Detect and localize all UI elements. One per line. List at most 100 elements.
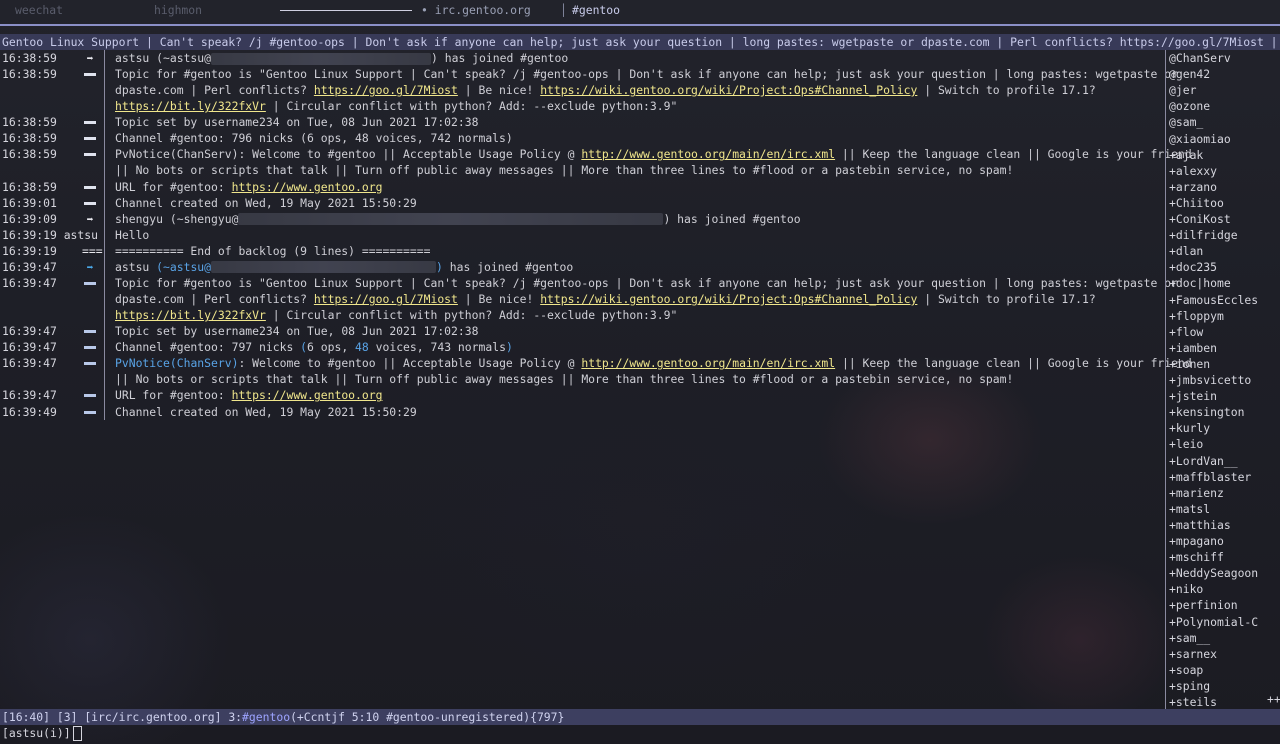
network-message-icon (82, 275, 98, 291)
chat-area[interactable]: 16:38:59 ➡ astsu (~astsu@) has joined #gen… (0, 50, 1192, 708)
nicklist-item[interactable]: +ionen (1169, 356, 1210, 372)
network-message-icon (82, 146, 98, 162)
nicklist-item[interactable]: +perfinion (1169, 597, 1238, 613)
message-timestamp: 16:38:59 (2, 147, 57, 162)
tab-highmon[interactable]: highmon (154, 3, 202, 17)
topic-link[interactable]: https://goo.gl/7Miost (314, 83, 458, 97)
nicklist-item[interactable]: @ChanServ (1169, 50, 1231, 66)
redacted-host (238, 213, 664, 226)
message-fragment: URL for #gentoo: (115, 179, 232, 194)
nicklist-item[interactable]: +sam__ (1169, 630, 1210, 646)
nicklist-item[interactable]: +Chiitoo (1169, 195, 1224, 211)
message-timestamp: 16:38:59 (2, 115, 57, 130)
network-message-icon (82, 195, 98, 211)
nicklist-item[interactable]: +matsl (1169, 501, 1210, 517)
message-timestamp: 16:39:19 (2, 227, 57, 242)
nicklist-item[interactable]: +marienz (1169, 485, 1224, 501)
message-fragment: Topic set by username234 on Tue, 08 Jun … (115, 115, 479, 130)
message-fragment: | Circular conflict with python? Add: --… (265, 308, 678, 323)
message-text: Topic for #gentoo is "Gentoo Linux Suppo… (115, 275, 1178, 291)
nicklist-item[interactable]: +NeddySeagoon (1169, 565, 1258, 581)
nicklist-item[interactable]: +matthias (1169, 517, 1231, 533)
message-timestamp: 16:39:47 (2, 340, 57, 355)
nicklist-item[interactable]: +flow (1169, 324, 1203, 340)
nicklist-item[interactable]: +sping (1169, 678, 1210, 694)
nicklist-item[interactable]: +LordVan__ (1169, 453, 1238, 469)
tab-server[interactable]: • irc.gentoo.org (421, 3, 531, 17)
status-server: [irc/irc.gentoo.org] (84, 710, 222, 724)
message-text: dpaste.com | Perl conflicts? https://goo… (115, 291, 1096, 307)
topic-setter-nick[interactable]: username234 (204, 324, 279, 338)
redacted-host (211, 52, 432, 65)
nicklist-item[interactable]: +kurly (1169, 420, 1210, 436)
message-fragment: 743 normals (430, 340, 506, 355)
join-arrow-icon: ➡ (86, 259, 94, 274)
nicklist-item[interactable]: +dlan (1169, 243, 1203, 259)
message-fragment: astsu (~astsu@ (115, 51, 212, 65)
chat-line: dpaste.com | Perl conflicts? https://goo… (0, 82, 1165, 98)
status-bar: [16:40] [3] [irc/irc.gentoo.org] 3:#gent… (0, 709, 1280, 725)
nicklist-item[interactable]: +soap (1169, 662, 1203, 678)
chat-line: || No bots or scripts that talk || Turn … (0, 371, 1165, 387)
nicklist-item[interactable]: +sarnex (1169, 646, 1217, 662)
message-text: Channel created on Wed, 19 May 2021 15:5… (115, 404, 417, 420)
message-fragment: (~astsu@ (156, 259, 212, 274)
channel-url-link[interactable]: https://www.gentoo.org (232, 388, 383, 402)
message-timestamp: 16:39:47 (2, 324, 57, 339)
nicklist-item[interactable]: +doc|home (1169, 275, 1231, 291)
message-fragment: || No bots or scripts that talk || Turn … (115, 163, 1014, 178)
nicklist-item[interactable]: +iamben (1169, 340, 1217, 356)
nicklist-item[interactable]: +Polynomial-C (1169, 614, 1258, 630)
input-bar[interactable]: [astsu(i)] (0, 725, 1280, 743)
nicklist-item[interactable]: @xiaomiao (1169, 131, 1231, 147)
nicklist-item[interactable]: +kensington (1169, 404, 1244, 420)
nicklist-item[interactable]: +maffblaster (1169, 469, 1251, 485)
tab-weechat[interactable]: weechat (15, 3, 63, 17)
topic-link[interactable]: https://goo.gl/7Miost (314, 292, 458, 306)
nicklist-item[interactable]: +ajak (1169, 147, 1203, 163)
topic-link[interactable]: https://bit.ly/322fxVr (115, 308, 266, 322)
nicklist-item[interactable]: +FamousEccles (1169, 292, 1258, 308)
message-fragment: Channel created on Wed, 19 May 2021 15:5… (115, 195, 417, 210)
nicklist-item[interactable]: +steils (1169, 694, 1217, 710)
chat-line: 16:39:47 URL for #gentoo: https://www.gen… (0, 387, 1165, 403)
nicklist-item[interactable]: +arzano (1169, 179, 1217, 195)
nicklist-item[interactable]: +alexxy (1169, 163, 1217, 179)
message-timestamp: 16:39:01 (2, 195, 57, 210)
tab-tree-line (280, 10, 412, 11)
message-text: PvNotice(ChanServ): Welcome to #gentoo |… (115, 146, 1192, 162)
message-timestamp: 16:38:59 (2, 51, 57, 65)
message-text: astsu (~astsu@) has joined #gentoo (115, 259, 573, 275)
topic-link[interactable]: https://bit.ly/322fxVr (115, 99, 266, 113)
text-cursor[interactable] (72, 726, 82, 741)
nicklist-item[interactable]: +floppym (1169, 308, 1224, 324)
nicklist[interactable]: @ChanServ @gen42 @jer @ozone @sam_ @xiaomiao +… (1165, 50, 1280, 710)
notice-link[interactable]: http://www.gentoo.org/main/en/irc.xml (581, 356, 835, 370)
nicklist-item[interactable]: +doc235 (1169, 259, 1217, 275)
channel-url-link[interactable]: https://www.gentoo.org (232, 180, 383, 194)
nicklist-item[interactable]: +ConiKost (1169, 211, 1231, 227)
message-fragment: PvNotice (115, 356, 170, 371)
nicklist-item[interactable]: @gen42 (1169, 66, 1210, 82)
nicklist-item[interactable]: @sam_ (1169, 114, 1203, 130)
nicklist-item[interactable]: +leio (1169, 436, 1203, 452)
nicklist-item[interactable]: +jmbsvicetto (1169, 372, 1251, 388)
topic-link[interactable]: https://wiki.gentoo.org/wiki/Project:Ops… (540, 83, 917, 97)
notice-link[interactable]: http://www.gentoo.org/main/en/irc.xml (581, 147, 835, 161)
nicklist-item[interactable]: +dilfridge (1169, 227, 1238, 243)
nicklist-item[interactable]: @jer (1169, 82, 1196, 98)
chat-line: 16:39:47 PvNotice(ChanServ): Welcome to #… (0, 355, 1192, 371)
topic-link[interactable]: https://wiki.gentoo.org/wiki/Project:Ops… (540, 292, 917, 306)
message-nick[interactable]: astsu (60, 227, 98, 243)
nicklist-item[interactable]: +niko (1169, 581, 1203, 597)
nicklist-item[interactable]: +mpagano (1169, 533, 1224, 549)
status-channel-modes: (+Ccntjf 5:10 #gentoo-unregistered) (290, 710, 531, 724)
message-fragment: PvNotice(ChanServ): Welcome to #gentoo |… (115, 147, 582, 162)
nicklist-item[interactable]: @ozone (1169, 98, 1210, 114)
chat-line: https://bit.ly/322fxVr | Circular confli… (0, 98, 1165, 114)
nicklist-item[interactable]: +jstein (1169, 388, 1217, 404)
message-timestamp: 16:39:09 (2, 211, 57, 226)
nicklist-item[interactable]: +mschiff (1169, 549, 1224, 565)
tab-channel[interactable]: #gentoo (572, 3, 620, 17)
status-buffer-name: #gentoo (242, 710, 291, 724)
